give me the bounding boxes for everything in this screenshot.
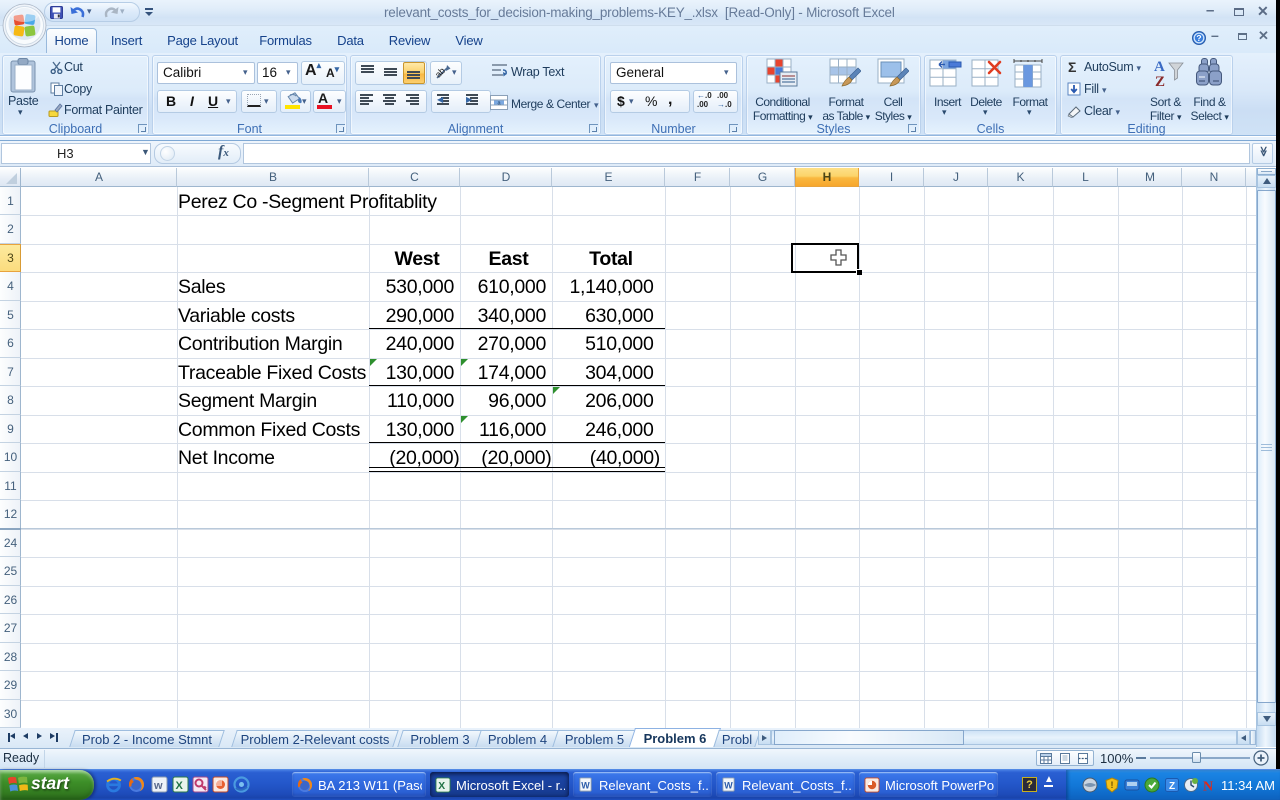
svg-text:!: ! (1111, 780, 1114, 790)
svg-text:Z: Z (1169, 781, 1175, 792)
svg-text:X: X (438, 781, 445, 792)
svg-text:w: w (153, 780, 163, 792)
svg-text:N: N (1203, 780, 1213, 794)
svg-text:A: A (1154, 59, 1165, 75)
svg-text:X: X (176, 780, 184, 792)
svg-text:Z: Z (1155, 74, 1165, 90)
svg-text:W: W (581, 780, 590, 790)
svg-text:?: ? (1196, 33, 1201, 43)
svg-text:W: W (724, 780, 733, 790)
svg-text:ab: ab (434, 66, 447, 80)
